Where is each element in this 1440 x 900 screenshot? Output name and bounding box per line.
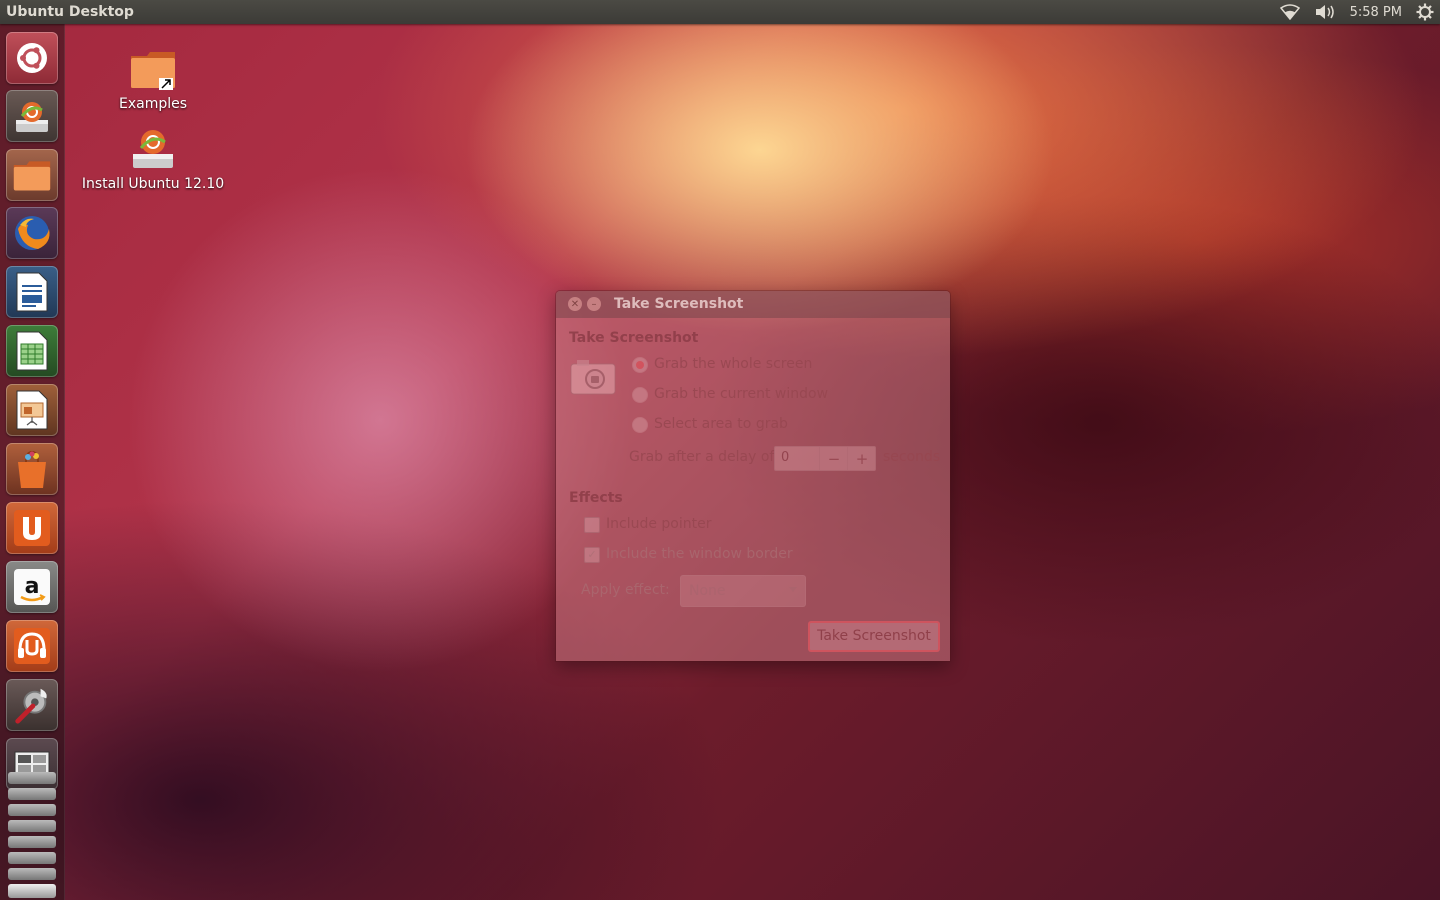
chevron-down-icon [789, 587, 797, 592]
apply-effect-combo[interactable]: None [680, 575, 806, 607]
launcher-install-ubuntu[interactable] [6, 90, 58, 142]
launcher-ubuntu-one[interactable] [6, 502, 58, 554]
folder-icon [12, 155, 52, 195]
delay-label: Grab after a delay of [629, 449, 775, 465]
installer-icon [12, 96, 52, 136]
launcher-software-center[interactable] [6, 443, 58, 495]
session-gear-icon[interactable] [1416, 3, 1434, 21]
radio-current-window[interactable] [632, 387, 648, 403]
amazon-icon: a [12, 567, 52, 607]
minimize-icon[interactable]: – [587, 297, 601, 311]
system-tray: 5:58 PM [1279, 0, 1434, 24]
take-screenshot-button[interactable]: Take Screenshot [808, 621, 940, 652]
clock[interactable]: 5:58 PM [1350, 5, 1402, 20]
delay-spinbutton[interactable]: 0 − + [774, 446, 876, 471]
impress-icon [12, 390, 52, 430]
include-border-checkbox[interactable]: ✓ [584, 547, 600, 563]
include-border-label: Include the window border [606, 546, 793, 562]
launcher-libreoffice-calc[interactable] [6, 325, 58, 377]
calc-icon [12, 331, 52, 371]
installer-icon [129, 126, 177, 172]
launcher-files[interactable] [6, 149, 58, 201]
top-panel: Ubuntu Desktop 5:58 PM [0, 0, 1440, 24]
delay-unit: seconds [883, 449, 941, 465]
headphones-icon [12, 626, 52, 666]
option-current-window-label: Grab the current window [654, 386, 829, 402]
section-title: Take Screenshot [569, 330, 699, 346]
launcher-overflow-stack[interactable] [8, 772, 56, 900]
shopping-bag-icon [12, 449, 52, 489]
settings-wrench-icon [12, 685, 52, 725]
panel-title: Ubuntu Desktop [6, 4, 134, 20]
option-whole-screen-label: Grab the whole screen [654, 356, 813, 372]
desktop-icon-label: Install Ubuntu 12.10 [81, 176, 225, 192]
delay-value[interactable]: 0 [781, 450, 789, 465]
effects-title: Effects [569, 490, 623, 506]
increment-icon[interactable]: + [847, 447, 876, 470]
radio-select-area[interactable] [632, 417, 648, 433]
desktop-icon-install-ubuntu[interactable]: Install Ubuntu 12.10 [80, 126, 226, 192]
launcher-firefox[interactable] [6, 207, 58, 259]
decrement-icon[interactable]: − [819, 447, 848, 470]
apply-effect-value: None [689, 583, 726, 599]
include-pointer-checkbox[interactable] [584, 517, 600, 533]
apply-effect-label: Apply effect: [581, 582, 670, 598]
svg-text:a: a [25, 574, 40, 599]
option-select-area-label: Select area to grab [654, 416, 788, 432]
close-icon[interactable]: ✕ [568, 297, 582, 311]
radio-whole-screen[interactable] [632, 357, 648, 373]
include-pointer-label: Include pointer [606, 516, 712, 532]
desktop-icon-label: Examples [118, 96, 188, 112]
launcher-dash-home[interactable] [6, 32, 58, 84]
writer-icon [12, 272, 52, 312]
ubuntu-logo-icon [12, 38, 52, 78]
launcher-libreoffice-writer[interactable] [6, 266, 58, 318]
volume-icon[interactable] [1314, 4, 1336, 20]
dialog-title: Take Screenshot [614, 296, 744, 312]
launcher-libreoffice-impress[interactable] [6, 384, 58, 436]
camera-icon [569, 358, 617, 400]
ubuntu-one-icon [12, 508, 52, 548]
launcher: a [0, 24, 65, 900]
launcher-amazon[interactable]: a [6, 561, 58, 613]
launcher-ubuntu-one-music[interactable] [6, 620, 58, 672]
wifi-icon[interactable] [1279, 4, 1300, 20]
desktop-icon-examples[interactable]: Examples [110, 50, 196, 112]
launcher-system-settings[interactable] [6, 679, 58, 731]
dialog-titlebar[interactable]: ✕ – Take Screenshot [556, 291, 950, 318]
folder-link-icon [129, 50, 177, 92]
firefox-icon [12, 213, 52, 253]
